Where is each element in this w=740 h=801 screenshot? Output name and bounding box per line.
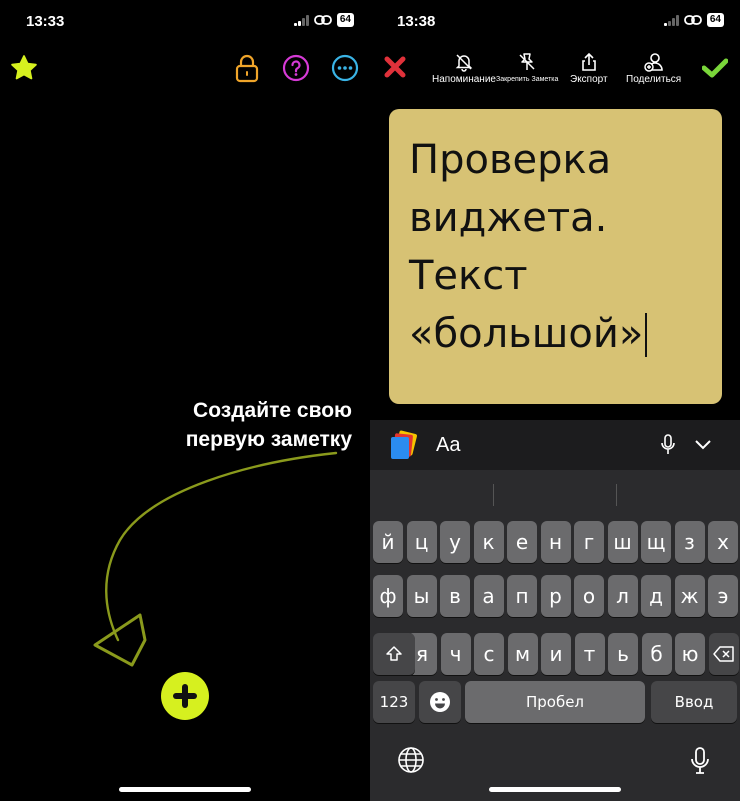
note-line-4: «большой» xyxy=(409,311,644,357)
key-о[interactable]: о xyxy=(574,575,604,617)
key-т[interactable]: т xyxy=(574,633,605,675)
add-person-icon xyxy=(643,53,663,72)
close-icon xyxy=(384,56,406,78)
favorites-star-icon[interactable] xyxy=(9,50,39,86)
export-button[interactable]: Экспорт xyxy=(570,52,608,85)
suggestion-bar xyxy=(370,478,740,508)
key-а[interactable]: а xyxy=(473,575,504,617)
key-ф[interactable]: ф xyxy=(373,575,403,617)
reminder-label: Напоминание xyxy=(432,74,496,85)
pin-off-icon xyxy=(519,53,535,70)
hint-line-1: Создайте свою xyxy=(193,399,352,422)
close-button[interactable] xyxy=(384,56,406,78)
confirm-button[interactable] xyxy=(702,58,728,78)
key-й[interactable]: й xyxy=(373,521,403,563)
key-и[interactable]: и xyxy=(541,633,571,675)
note-line-2: виджета. xyxy=(409,195,608,241)
add-note-button[interactable] xyxy=(161,672,209,720)
dictation-mic-icon[interactable] xyxy=(690,746,710,776)
key-ч[interactable]: ч xyxy=(440,633,471,675)
link-icon xyxy=(683,15,702,25)
key-с[interactable]: с xyxy=(474,633,504,675)
shift-key[interactable] xyxy=(373,633,415,675)
share-export-icon xyxy=(581,52,596,71)
status-icons: 64 xyxy=(294,13,354,27)
key-п[interactable]: п xyxy=(507,575,537,617)
link-icon xyxy=(313,15,332,25)
signal-icon xyxy=(664,14,679,26)
note-line-1: Проверка xyxy=(409,137,612,183)
key-г[interactable]: г xyxy=(574,521,604,563)
share-label: Поделиться xyxy=(626,74,682,85)
hint-line-2: первую заметку xyxy=(185,428,352,451)
battery-indicator: 64 xyxy=(336,13,354,27)
key-е[interactable]: е xyxy=(507,521,537,563)
empty-state-hint: Создайте свою первую заметку xyxy=(186,396,352,454)
backspace-key[interactable] xyxy=(709,633,739,675)
share-button[interactable]: Поделиться xyxy=(626,52,681,85)
emoji-icon xyxy=(430,692,450,712)
key-ы[interactable]: ы xyxy=(406,575,437,617)
globe-icon[interactable] xyxy=(397,746,425,774)
key-м[interactable]: м xyxy=(507,633,538,675)
note-line-3: Текст xyxy=(409,253,528,299)
pin-button[interactable]: Закрепить Заметка xyxy=(496,52,558,83)
key-у[interactable]: у xyxy=(440,521,470,563)
status-time: 13:33 xyxy=(26,13,65,30)
keyboard: йцукенгшщзх фывапролджэ ячсмитьбю 123 Пр… xyxy=(370,470,740,801)
help-icon[interactable] xyxy=(281,50,311,86)
status-icons: 64 xyxy=(664,13,724,27)
more-options-icon[interactable] xyxy=(330,50,360,86)
lock-icon[interactable] xyxy=(232,50,262,86)
battery-indicator: 64 xyxy=(706,13,724,27)
pin-label: Закрепить Заметка xyxy=(496,76,559,83)
right-screen: 13:38 64 Напоминание Закрепить Заметка Э… xyxy=(370,0,740,801)
left-screen: 13:33 64 Создайте свою первую заметку xyxy=(0,0,370,801)
key-э[interactable]: э xyxy=(708,575,738,617)
plus-icon xyxy=(173,684,197,708)
key-в[interactable]: в xyxy=(440,575,470,617)
microphone-icon[interactable] xyxy=(660,434,676,456)
space-key[interactable]: Пробел xyxy=(465,681,645,723)
keyboard-accessory-bar: Aa xyxy=(370,420,740,470)
note-toolbar: Напоминание Закрепить Заметка Экспорт По… xyxy=(370,50,740,90)
reminder-button[interactable]: Напоминание xyxy=(432,52,496,85)
status-bar: 13:33 64 xyxy=(0,0,370,44)
key-л[interactable]: л xyxy=(607,575,638,617)
backspace-icon xyxy=(713,646,734,662)
text-format-button[interactable]: Aa xyxy=(436,434,460,457)
numbers-key[interactable]: 123 xyxy=(373,681,415,723)
checkmark-icon xyxy=(702,58,728,78)
key-б[interactable]: б xyxy=(641,633,672,675)
shift-icon xyxy=(386,646,402,661)
signal-icon xyxy=(294,14,309,26)
key-д[interactable]: д xyxy=(641,575,671,617)
status-bar: 13:38 64 xyxy=(370,0,740,44)
enter-key[interactable]: Ввод xyxy=(651,681,737,723)
key-з[interactable]: з xyxy=(674,521,705,563)
key-ц[interactable]: ц xyxy=(406,521,437,563)
bell-off-icon xyxy=(455,54,473,72)
text-cursor xyxy=(645,313,648,357)
key-ж[interactable]: ж xyxy=(674,575,705,617)
key-н[interactable]: н xyxy=(540,521,571,563)
key-щ[interactable]: щ xyxy=(641,521,671,563)
export-label: Экспорт xyxy=(570,74,608,85)
status-time: 13:38 xyxy=(397,13,436,30)
key-ш[interactable]: ш xyxy=(607,521,638,563)
chevron-down-icon[interactable] xyxy=(694,439,712,451)
key-ь[interactable]: ь xyxy=(608,633,638,675)
main-toolbar xyxy=(0,50,370,90)
note-text[interactable]: Проверка виджета. Текст «большой» xyxy=(409,131,702,363)
color-palette-icon[interactable] xyxy=(388,430,420,462)
note-card[interactable]: Проверка виджета. Текст «большой» xyxy=(389,109,722,404)
key-х[interactable]: х xyxy=(708,521,738,563)
key-ю[interactable]: ю xyxy=(675,633,705,675)
home-indicator xyxy=(489,787,621,792)
home-indicator xyxy=(119,787,251,792)
key-к[interactable]: к xyxy=(473,521,504,563)
emoji-key[interactable] xyxy=(419,681,461,723)
key-р[interactable]: р xyxy=(540,575,571,617)
note-line-4-wrap: «большой» xyxy=(409,305,702,363)
